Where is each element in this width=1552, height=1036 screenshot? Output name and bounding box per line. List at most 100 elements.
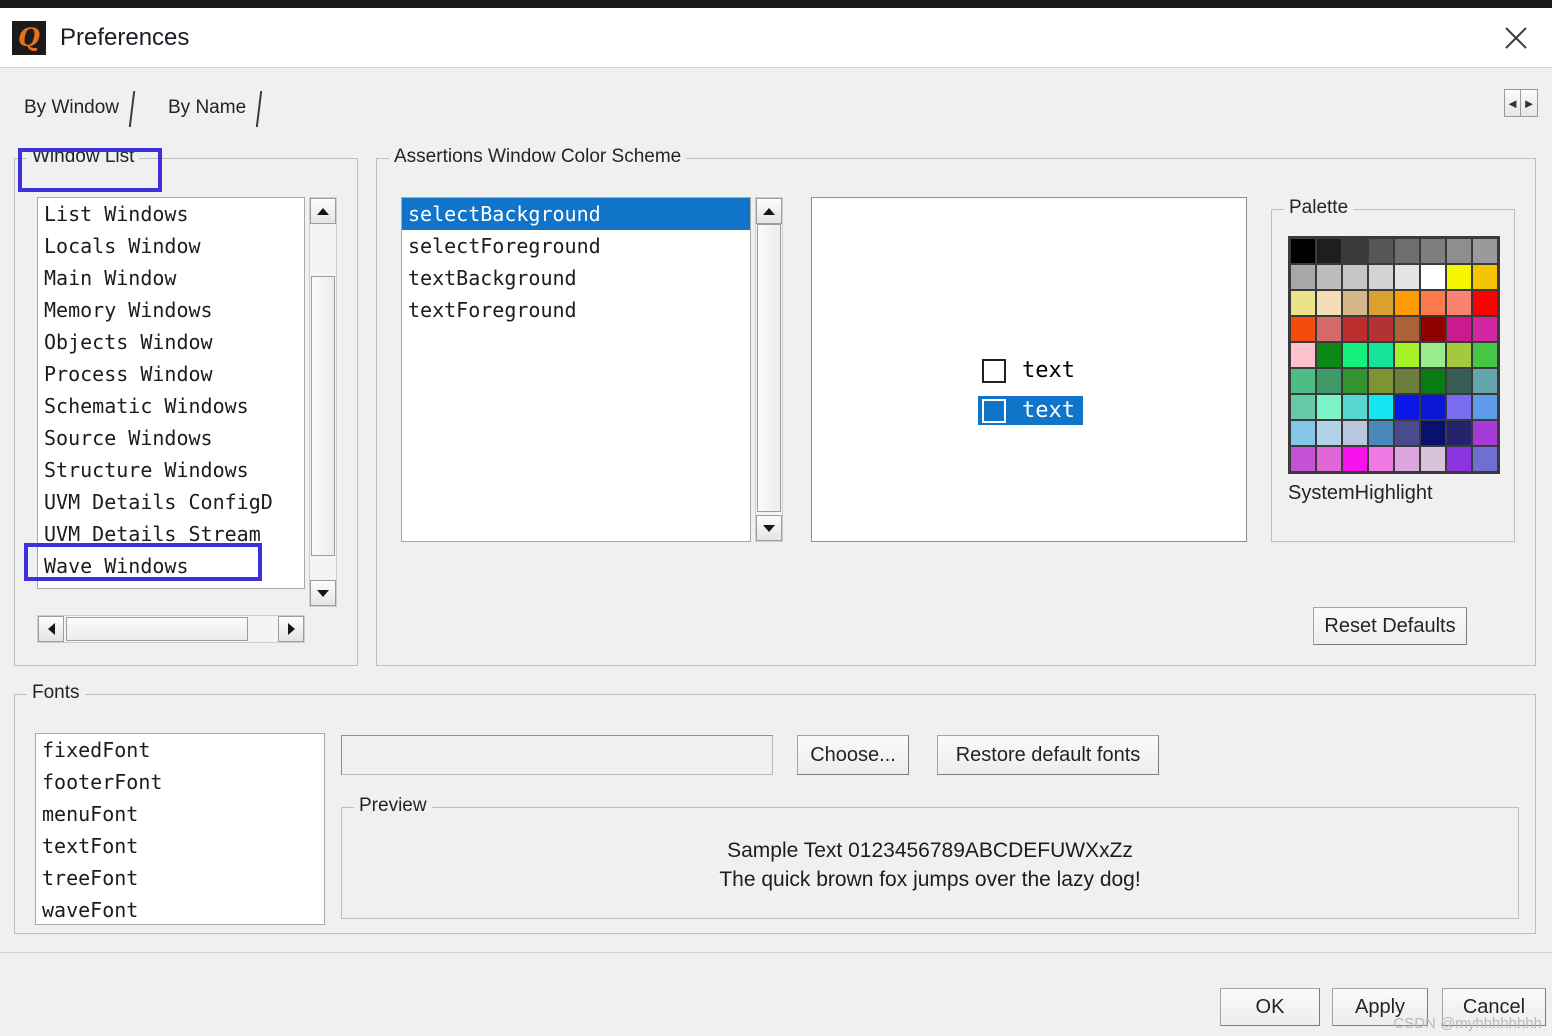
palette-swatch[interactable] [1421, 291, 1445, 315]
scroll-up-icon[interactable] [310, 198, 336, 224]
palette-swatch[interactable] [1369, 265, 1393, 289]
list-item[interactable]: menuFont [36, 798, 324, 830]
palette-swatch[interactable] [1291, 239, 1315, 263]
list-item[interactable]: Schematic Windows [38, 390, 304, 422]
palette-swatch[interactable] [1291, 369, 1315, 393]
palette-swatch[interactable] [1447, 291, 1471, 315]
palette-swatch[interactable] [1291, 317, 1315, 341]
palette-swatch[interactable] [1473, 291, 1497, 315]
palette-swatch[interactable] [1447, 265, 1471, 289]
palette-swatch[interactable] [1343, 317, 1367, 341]
palette-swatch[interactable] [1343, 291, 1367, 315]
list-item[interactable]: Main Window [38, 262, 304, 294]
list-item[interactable]: selectBackground [402, 198, 750, 230]
palette-swatch[interactable] [1343, 369, 1367, 393]
palette-swatch[interactable] [1317, 447, 1341, 471]
hscroll-thumb[interactable] [66, 617, 248, 641]
palette-swatch[interactable] [1395, 343, 1419, 367]
list-item[interactable]: UVM Details Stream [38, 518, 304, 550]
palette-swatch[interactable] [1317, 317, 1341, 341]
palette-swatch[interactable] [1395, 239, 1419, 263]
palette-swatch[interactable] [1395, 317, 1419, 341]
window-list-hscrollbar[interactable] [37, 615, 305, 643]
palette-swatch[interactable] [1447, 369, 1471, 393]
palette-swatch[interactable] [1473, 395, 1497, 419]
palette-swatch[interactable] [1395, 447, 1419, 471]
palette-swatch[interactable] [1369, 369, 1393, 393]
palette-swatch[interactable] [1369, 343, 1393, 367]
fonts-listbox[interactable]: fixedFont footerFont menuFont textFont t… [35, 733, 325, 925]
list-item[interactable]: Memory Windows [38, 294, 304, 326]
list-item[interactable]: Wave Windows [38, 550, 304, 582]
tab-scroll-right-icon[interactable]: ► [1521, 89, 1538, 117]
color-attribute-vscrollbar[interactable] [755, 197, 783, 542]
close-icon[interactable] [1494, 18, 1538, 58]
font-name-field[interactable] [341, 735, 773, 775]
list-item[interactable]: Process Window [38, 358, 304, 390]
palette-swatch[interactable] [1317, 395, 1341, 419]
palette-swatch[interactable] [1291, 447, 1315, 471]
palette-swatch[interactable] [1421, 421, 1445, 445]
list-item[interactable]: textBackground [402, 262, 750, 294]
palette-swatch[interactable] [1369, 421, 1393, 445]
list-item[interactable]: selectForeground [402, 230, 750, 262]
palette-grid[interactable] [1288, 236, 1500, 474]
palette-swatch[interactable] [1421, 239, 1445, 263]
palette-swatch[interactable] [1473, 239, 1497, 263]
palette-swatch[interactable] [1395, 395, 1419, 419]
list-item[interactable]: UVM Details ConfigD [38, 486, 304, 518]
list-item[interactable]: Source Windows [38, 422, 304, 454]
palette-swatch[interactable] [1369, 291, 1393, 315]
palette-swatch[interactable] [1447, 239, 1471, 263]
palette-swatch[interactable] [1395, 421, 1419, 445]
palette-swatch[interactable] [1369, 239, 1393, 263]
palette-swatch[interactable] [1421, 447, 1445, 471]
list-item[interactable]: treeFont [36, 862, 324, 894]
palette-swatch[interactable] [1447, 317, 1471, 341]
palette-swatch[interactable] [1343, 239, 1367, 263]
scroll-up-icon[interactable] [756, 198, 782, 224]
palette-swatch[interactable] [1291, 343, 1315, 367]
list-item[interactable]: textForeground [402, 294, 750, 326]
list-item[interactable]: footerFont [36, 766, 324, 798]
palette-swatch[interactable] [1317, 369, 1341, 393]
tab-by-name[interactable]: By Name [152, 87, 263, 129]
list-item[interactable]: Objects Window [38, 326, 304, 358]
list-item[interactable]: waveFont [36, 894, 324, 924]
palette-swatch[interactable] [1343, 265, 1367, 289]
palette-swatch[interactable] [1343, 343, 1367, 367]
palette-swatch[interactable] [1473, 447, 1497, 471]
scroll-left-icon[interactable] [38, 616, 64, 642]
palette-swatch[interactable] [1421, 369, 1445, 393]
tab-by-window[interactable]: By Window [8, 87, 136, 129]
list-item[interactable]: textFont [36, 830, 324, 862]
list-item[interactable]: Locals Window [38, 230, 304, 262]
scroll-down-icon[interactable] [756, 515, 782, 541]
scroll-down-icon[interactable] [310, 580, 336, 606]
palette-swatch[interactable] [1421, 395, 1445, 419]
palette-swatch[interactable] [1369, 317, 1393, 341]
palette-swatch[interactable] [1421, 317, 1445, 341]
palette-swatch[interactable] [1317, 291, 1341, 315]
palette-swatch[interactable] [1473, 317, 1497, 341]
choose-font-button[interactable]: Choose... [797, 735, 911, 777]
palette-swatch[interactable] [1395, 265, 1419, 289]
palette-swatch[interactable] [1317, 265, 1341, 289]
vscroll-thumb[interactable] [757, 224, 781, 512]
palette-swatch[interactable] [1473, 343, 1497, 367]
palette-swatch[interactable] [1317, 343, 1341, 367]
tab-scroll-left-icon[interactable]: ◄ [1504, 89, 1521, 117]
palette-swatch[interactable] [1473, 265, 1497, 289]
vscroll-thumb[interactable] [311, 276, 335, 556]
palette-swatch[interactable] [1343, 395, 1367, 419]
window-listbox[interactable]: List Windows Locals Window Main Window M… [37, 197, 305, 589]
palette-swatch[interactable] [1317, 239, 1341, 263]
palette-swatch[interactable] [1473, 421, 1497, 445]
palette-swatch[interactable] [1291, 291, 1315, 315]
ok-button[interactable]: OK [1220, 988, 1322, 1028]
palette-swatch[interactable] [1369, 447, 1393, 471]
palette-swatch[interactable] [1317, 421, 1341, 445]
reset-defaults-button[interactable]: Reset Defaults [1313, 607, 1469, 647]
palette-swatch[interactable] [1447, 421, 1471, 445]
scroll-right-icon[interactable] [278, 616, 304, 642]
